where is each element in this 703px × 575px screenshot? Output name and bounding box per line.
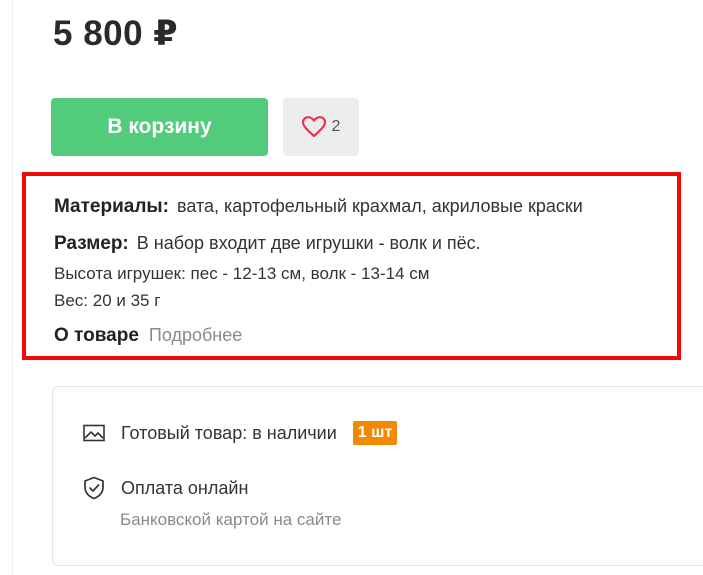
payment-title: Оплата онлайн — [121, 477, 249, 498]
favorite-button[interactable]: 2 — [283, 98, 359, 156]
materials-value: вата, картофельный крахмал, акриловые кр… — [176, 196, 583, 216]
stock-status: Готовый товар: в наличии — [121, 422, 337, 443]
left-divider — [12, 0, 13, 575]
delivery-info-card: Готовый товар: в наличии 1 шт Оплата онл… — [52, 386, 703, 566]
height-line: Высота игрушек: пес - 12-13 см, волк - 1… — [54, 264, 430, 283]
size-row: Размер: В набор входит две игрушки - волк… — [54, 233, 481, 255]
stock-badge: 1 шт — [352, 421, 398, 445]
add-to-cart-button[interactable]: В корзину — [51, 98, 268, 156]
weight-line: Вес: 20 и 35 г — [54, 291, 161, 310]
about-label: О товаре — [54, 325, 139, 346]
payment-row: Оплата онлайн — [83, 476, 248, 500]
shield-check-icon — [83, 476, 121, 500]
size-value: В набор входит две игрушки - волк и пёс. — [136, 233, 481, 253]
materials-row: Материалы: вата, картофельный крахмал, ак… — [54, 196, 583, 218]
materials-label: Материалы: — [54, 196, 169, 217]
size-label: Размер: — [54, 233, 129, 254]
product-details-highlight: Материалы: вата, картофельный крахмал, ак… — [22, 172, 681, 360]
payment-subtitle: Банковской картой на сайте — [120, 510, 342, 529]
heart-icon — [301, 116, 326, 138]
image-icon — [83, 424, 121, 442]
about-row: О товаре Подробнее — [54, 325, 242, 347]
more-link[interactable]: Подробнее — [149, 325, 242, 345]
product-price: 5 800 ₽ — [53, 14, 179, 53]
favorites-count: 2 — [331, 118, 341, 135]
stock-row: Готовый товар: в наличии 1 шт — [83, 421, 398, 445]
